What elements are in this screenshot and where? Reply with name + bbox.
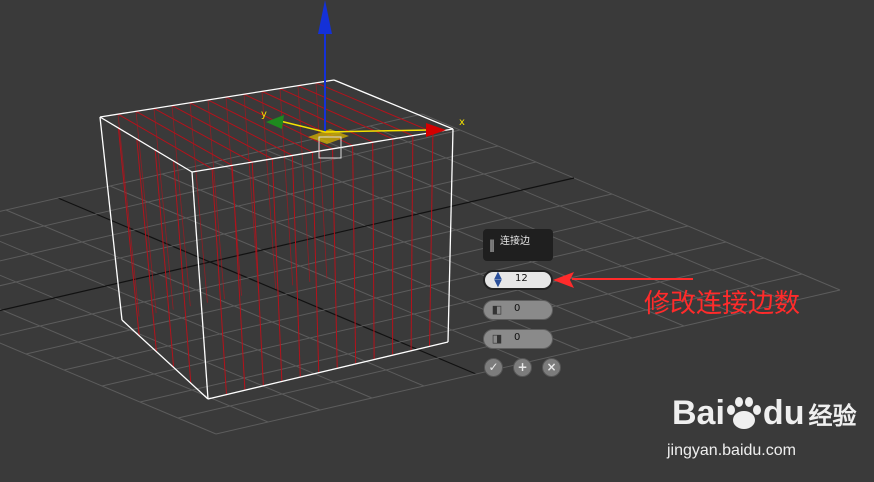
connected-edge-back [297, 85, 311, 282]
box-edge [99, 116, 123, 321]
connected-edge-back [171, 105, 191, 307]
pinch-icon: ◨ [491, 332, 503, 345]
connected-edge-front [211, 168, 227, 395]
slide-icon: ◧ [491, 303, 503, 316]
baidu-jingyan-logo: Bai du 经验 [672, 394, 856, 433]
caddy-title: 连接边 [500, 236, 530, 247]
connected-edge-top [171, 105, 273, 160]
gizmo-y-arrow [266, 115, 284, 129]
check-icon: ✓ [488, 360, 499, 374]
connected-edge-back [225, 97, 242, 296]
box-edge [333, 79, 454, 130]
segments-spinner-icon[interactable]: ▲ ▼ [491, 271, 505, 289]
box-edge [447, 128, 454, 343]
baidu-logo-text2: du [762, 394, 805, 432]
paw-icon [726, 397, 761, 429]
connected-edge-side [117, 127, 140, 336]
connected-edge-top [189, 102, 293, 156]
gizmo-x-label: x [459, 117, 465, 128]
plus-icon: + [517, 360, 528, 374]
segments-value[interactable]: 12 [515, 273, 528, 284]
ok-button[interactable]: ✓ [484, 358, 503, 377]
box-edge [121, 319, 209, 400]
grid-line [0, 308, 269, 423]
gizmo-y-label: y [261, 109, 267, 120]
connected-edge-side [136, 138, 157, 352]
ground-grid [0, 113, 841, 435]
box-edge [99, 116, 193, 173]
x-icon: × [546, 360, 557, 374]
grid-line [63, 225, 689, 371]
gizmo-z-arrow [318, 0, 332, 34]
grid-line [25, 209, 651, 355]
annotation-label: 修改连接边数 [644, 289, 801, 319]
move-gizmo[interactable]: xy [261, 0, 465, 159]
connected-edge-front [410, 135, 414, 351]
gizmo-x-axis [324, 129, 431, 133]
baidu-logo-suffix: 经验 [808, 403, 857, 430]
connected-edge-top [117, 113, 213, 170]
connected-edge-top [135, 110, 233, 166]
connected-edge-top [153, 108, 253, 163]
slide-field[interactable]: ◧ 0 [483, 300, 553, 320]
slide-value[interactable]: 0 [514, 303, 520, 314]
connected-edge-back [153, 108, 174, 310]
caddy-grip-handle[interactable]: || [489, 238, 495, 252]
cancel-button[interactable]: × [542, 358, 561, 377]
connected-edge-front [429, 132, 434, 347]
pinch-field[interactable]: ◨ 0 [483, 329, 553, 349]
baidu-logo-text: Bai [672, 394, 725, 432]
pinch-value[interactable]: 0 [514, 332, 520, 343]
connected-edge-back [117, 114, 140, 317]
box-object[interactable] [99, 79, 454, 400]
grid-line [101, 241, 727, 387]
connect-edges-caddy[interactable]: || 连接边 [483, 229, 553, 261]
annotation-arrow-head [553, 272, 574, 288]
connected-edge-back [135, 111, 157, 314]
apply-button[interactable]: + [513, 358, 532, 377]
connected-edge-front [251, 162, 264, 386]
segments-field[interactable]: ▲ ▼ 12 [483, 270, 553, 290]
baidu-url: jingyan.baidu.com [667, 442, 796, 459]
connected-edge-side [154, 149, 175, 368]
